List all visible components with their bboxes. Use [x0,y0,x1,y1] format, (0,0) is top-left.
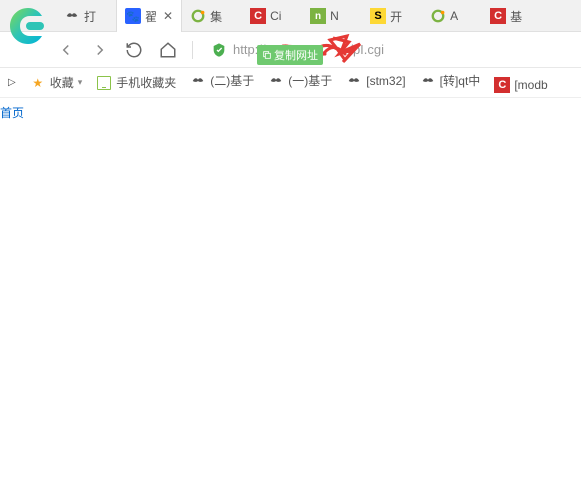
bookmark-label: [stm32] [366,74,405,88]
bookmark-favicon [346,73,362,89]
tab-favicon [64,8,80,24]
tab-favicon [430,8,446,24]
browser-logo [0,0,56,63]
mobile-favorites-label: 手机收藏夹 [116,74,176,91]
bookmarks-bar: ▷ ★ 收藏 ▾ 手机收藏夹 (二)基于 (一)基于 [stm32] [转]qt中 C [… [0,68,581,98]
tab-label: N [330,9,339,23]
tab-label: 集 [210,8,222,25]
tab-favicon: C [490,8,506,24]
bookmark-item-1[interactable]: (一)基于 [268,72,332,89]
tab-label: 基 [510,8,522,25]
bookmark-item-2[interactable]: [stm32] [346,73,405,89]
tab-strip: 打🐾翟✕集CCinNS开AC基 [56,0,581,32]
bookmark-favicon: C [494,77,510,93]
bookmark-item-3[interactable]: [转]qt中 [420,72,481,89]
tab-favicon: C [250,8,266,24]
nav-toolbar: 复制网址 http://10.xxx.xxx.xxx/pI.cgi [0,32,581,68]
bookmark-favicon [268,73,284,89]
back-button[interactable] [56,40,76,60]
bookmark-favicon [420,73,436,89]
tab-label: A [450,9,458,23]
copy-url-tooltip: 复制网址 [257,45,323,65]
tab-2[interactable]: 集 [182,0,242,32]
home-button[interactable] [158,40,178,60]
tab-6[interactable]: A [422,0,482,32]
tab-0[interactable]: 打 [56,0,116,32]
phone-icon [96,75,112,91]
refresh-button[interactable] [124,40,144,60]
home-link[interactable]: 首页 [0,106,24,120]
tab-favicon: S [370,8,386,24]
tab-3[interactable]: C Ci [242,0,302,32]
tab-close-icon[interactable]: ✕ [163,9,173,23]
favorites-label: 收藏 [50,74,74,91]
address-bar[interactable]: 复制网址 http://10.xxx.xxx.xxx/pI.cgi [207,42,581,58]
security-shield-icon [211,42,227,58]
bookmarks-expand[interactable]: ▷ [8,77,16,88]
bookmark-item-4[interactable]: C [modb [494,77,547,93]
tab-favicon: n [310,8,326,24]
page-content: 首页 [0,98,581,498]
tab-label: 翟 [145,8,157,25]
tab-label: 开 [390,8,402,25]
mobile-favorites[interactable]: 手机收藏夹 [96,74,176,91]
tab-favicon [190,8,206,24]
bookmark-favicon [190,73,206,89]
copy-url-label: 复制网址 [274,47,318,63]
tab-7[interactable]: C基 [482,0,542,32]
tab-label: Ci [270,9,281,23]
bookmark-label: [转]qt中 [440,72,481,89]
bookmark-label: [modb [514,78,547,92]
tab-1[interactable]: 🐾翟 ✕ [116,0,182,32]
bookmark-item-0[interactable]: (二)基于 [190,72,254,89]
tab-4[interactable]: nN [302,0,362,32]
favorites-menu[interactable]: ★ 收藏 ▾ [30,74,83,91]
tab-label: 打 [84,8,96,25]
star-icon: ★ [30,75,46,91]
tab-5[interactable]: S开 [362,0,422,32]
bookmark-label: (二)基于 [210,72,254,89]
tab-favicon: 🐾 [125,8,141,24]
bookmark-label: (一)基于 [288,72,332,89]
forward-button[interactable] [90,40,110,60]
